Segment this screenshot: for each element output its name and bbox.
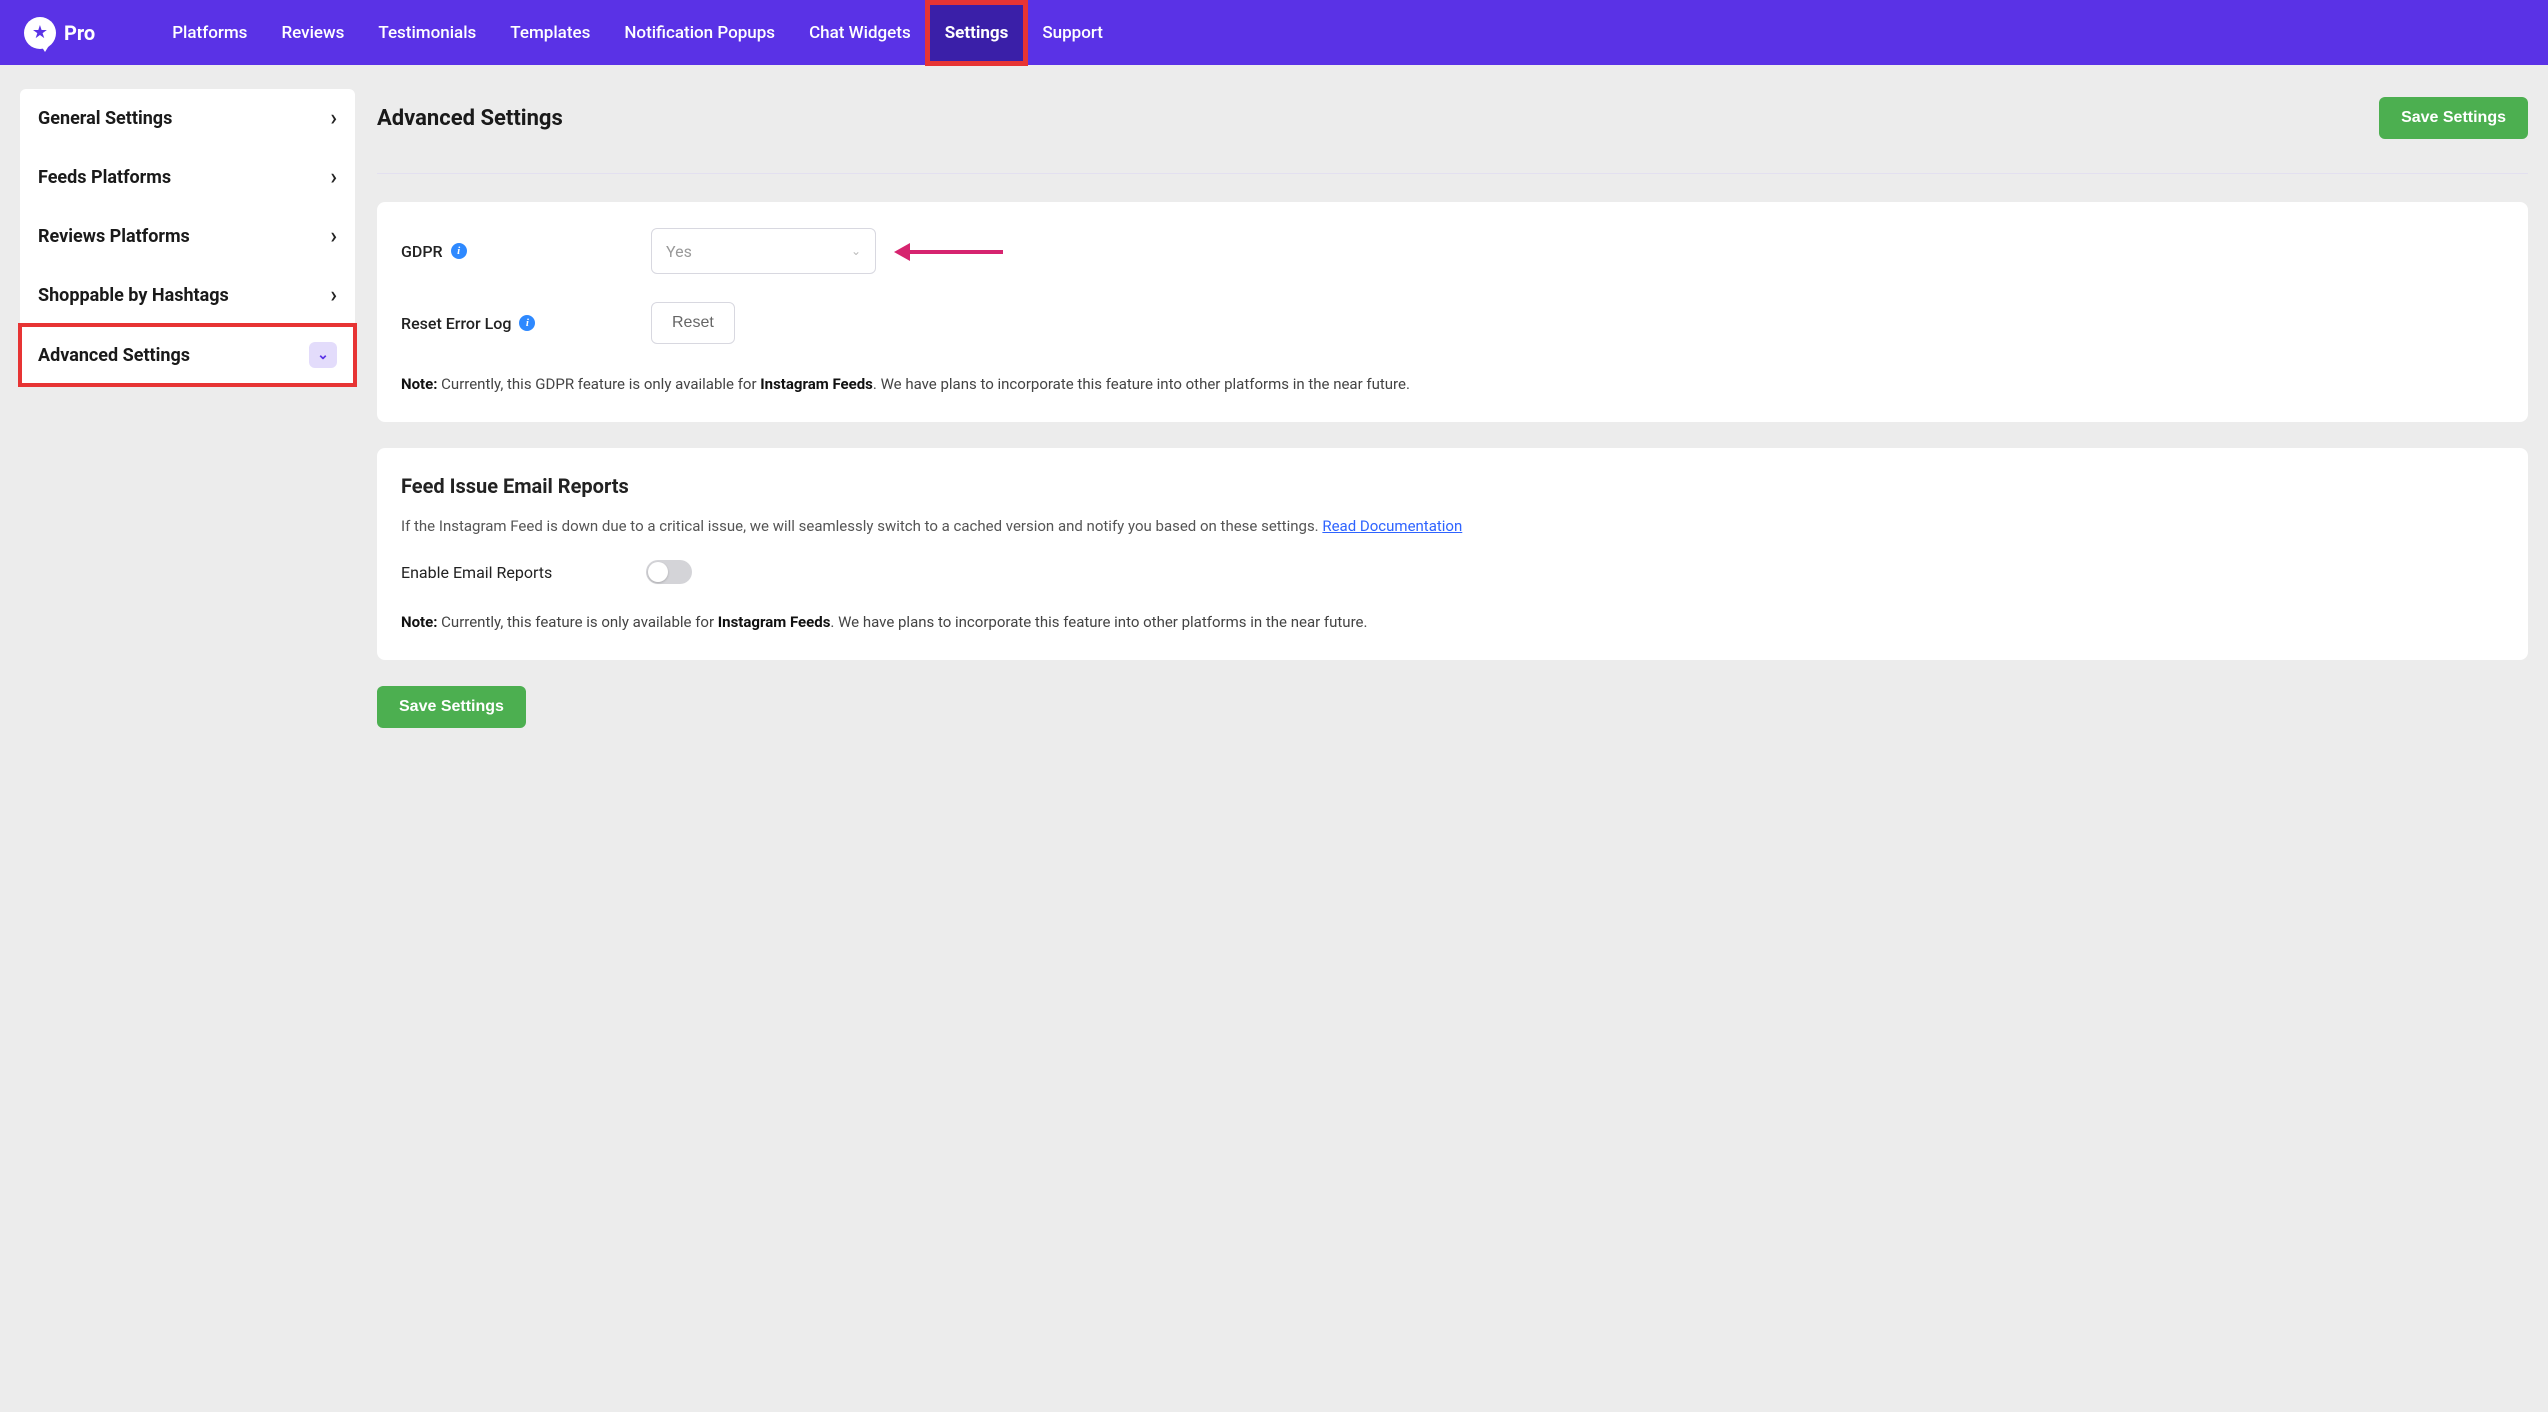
- nav-platforms[interactable]: Platforms: [155, 3, 264, 63]
- gdpr-label-text: GDPR: [401, 242, 443, 261]
- page-title: Advanced Settings: [377, 106, 563, 131]
- nav-reviews[interactable]: Reviews: [264, 3, 361, 63]
- gdpr-select-value: Yes: [666, 242, 692, 261]
- reset-row: Reset Error Log i Reset: [401, 302, 2504, 344]
- sidebar-item-label: Shoppable by Hashtags: [38, 285, 229, 306]
- save-settings-button-bottom[interactable]: Save Settings: [377, 686, 526, 728]
- sidebar-item-advanced[interactable]: Advanced Settings ⌄: [20, 325, 355, 385]
- nav-testimonials[interactable]: Testimonials: [361, 3, 493, 63]
- note-bold: Instagram Feeds: [760, 375, 873, 393]
- sidebar-item-label: Reviews Platforms: [38, 226, 190, 247]
- info-icon[interactable]: i: [451, 243, 467, 259]
- chevron-right-icon: [330, 283, 337, 308]
- note-text: . We have plans to incorporate this feat…: [873, 375, 1410, 393]
- note-text: Currently, this GDPR feature is only ava…: [437, 375, 760, 393]
- chevron-down-icon: ⌄: [851, 244, 861, 258]
- gdpr-label: GDPR i: [401, 242, 651, 261]
- enable-email-label: Enable Email Reports: [401, 563, 552, 582]
- sidebar-item-feeds-platforms[interactable]: Feeds Platforms: [20, 148, 355, 207]
- reset-button[interactable]: Reset: [651, 302, 735, 344]
- sidebar-item-label: Feeds Platforms: [38, 167, 171, 188]
- note-text: . We have plans to incorporate this feat…: [830, 613, 1367, 631]
- logo-star-icon: [24, 17, 56, 49]
- top-nav: Platforms Reviews Testimonials Templates…: [155, 3, 1120, 63]
- footer-save-wrap: Save Settings: [377, 686, 2528, 728]
- chevron-down-icon: ⌄: [309, 342, 337, 368]
- nav-chat-widgets[interactable]: Chat Widgets: [792, 3, 928, 63]
- gdpr-note: Note: Currently, this GDPR feature is on…: [401, 372, 2504, 396]
- desc-text: If the Instagram Feed is down due to a c…: [401, 517, 1322, 535]
- sidebar-item-label: General Settings: [38, 108, 172, 129]
- info-icon[interactable]: i: [519, 315, 535, 331]
- note-prefix: Note:: [401, 375, 437, 393]
- save-settings-button-top[interactable]: Save Settings: [2379, 97, 2528, 139]
- page-body: General Settings Feeds Platforms Reviews…: [0, 65, 2548, 752]
- brand-logo[interactable]: Pro: [24, 17, 95, 49]
- read-documentation-link[interactable]: Read Documentation: [1322, 517, 1462, 535]
- reset-label: Reset Error Log i: [401, 314, 651, 333]
- email-reports-desc: If the Instagram Feed is down due to a c…: [401, 514, 2504, 538]
- chevron-right-icon: [330, 165, 337, 190]
- nav-notification-popups[interactable]: Notification Popups: [607, 3, 792, 63]
- reset-label-text: Reset Error Log: [401, 314, 511, 333]
- sidebar-item-reviews-platforms[interactable]: Reviews Platforms: [20, 207, 355, 266]
- nav-templates[interactable]: Templates: [493, 3, 607, 63]
- note-bold: Instagram Feeds: [718, 613, 831, 631]
- gdpr-card: GDPR i Yes ⌄ Reset Error Log i Reset: [377, 202, 2528, 422]
- sidebar-item-shoppable[interactable]: Shoppable by Hashtags: [20, 266, 355, 325]
- email-note: Note: Currently, this feature is only av…: [401, 610, 2504, 634]
- nav-settings[interactable]: Settings: [928, 3, 1026, 63]
- chevron-right-icon: [330, 224, 337, 249]
- annotation-arrow: [894, 241, 1003, 261]
- chevron-right-icon: [330, 106, 337, 131]
- note-prefix: Note:: [401, 613, 437, 631]
- note-text: Currently, this feature is only availabl…: [437, 613, 717, 631]
- gdpr-select[interactable]: Yes ⌄: [651, 228, 876, 274]
- brand-name: Pro: [64, 21, 95, 45]
- nav-support[interactable]: Support: [1025, 3, 1120, 63]
- enable-email-row: Enable Email Reports: [401, 560, 2504, 584]
- topbar: Pro Platforms Reviews Testimonials Templ…: [0, 0, 2548, 65]
- enable-email-toggle[interactable]: [646, 560, 692, 584]
- email-reports-card: Feed Issue Email Reports If the Instagra…: [377, 448, 2528, 660]
- settings-sidebar: General Settings Feeds Platforms Reviews…: [20, 89, 355, 385]
- sidebar-item-general[interactable]: General Settings: [20, 89, 355, 148]
- toggle-knob: [648, 562, 668, 582]
- content-header: Advanced Settings Save Settings: [377, 89, 2528, 174]
- content-area: Advanced Settings Save Settings GDPR i Y…: [377, 89, 2528, 728]
- sidebar-item-label: Advanced Settings: [38, 345, 190, 366]
- gdpr-row: GDPR i Yes ⌄: [401, 228, 2504, 274]
- email-reports-heading: Feed Issue Email Reports: [401, 474, 2504, 498]
